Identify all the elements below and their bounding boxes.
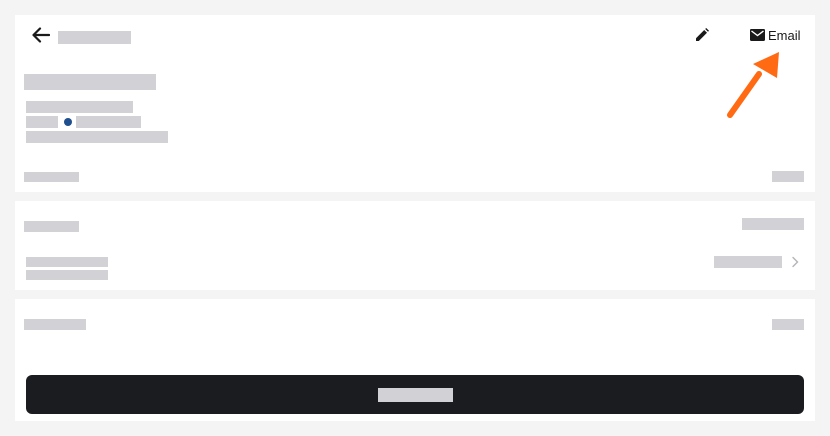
info-row[interactable] [15, 251, 815, 287]
email-button[interactable]: Email [750, 24, 801, 46]
detail-line-1-placeholder [26, 101, 133, 113]
info-row-line-2-placeholder [26, 270, 108, 280]
email-button-label: Email [768, 27, 801, 43]
status-dot [64, 118, 72, 126]
info-row-line-1-placeholder [26, 257, 108, 267]
info-card [15, 201, 815, 290]
back-button[interactable] [29, 25, 53, 45]
totals-label-placeholder [24, 319, 86, 330]
totals-value-placeholder [772, 319, 804, 330]
info-row-value-placeholder [714, 256, 782, 268]
detail-line-2a-placeholder [26, 116, 58, 128]
info-label-placeholder [24, 221, 79, 232]
pencil-icon [696, 28, 709, 41]
details-card: Email [15, 15, 815, 192]
edit-button[interactable] [692, 25, 712, 45]
chevron-right-icon [792, 256, 799, 268]
detail-line-3-placeholder [26, 131, 168, 143]
primary-action-button[interactable] [26, 375, 804, 414]
header-title-placeholder [58, 31, 131, 44]
primary-action-label-placeholder [378, 388, 453, 402]
arrow-left-icon [32, 27, 50, 43]
envelope-icon [750, 29, 765, 41]
detail-line-2b-placeholder [76, 116, 141, 128]
summary-label-placeholder [24, 172, 79, 182]
record-title-placeholder [24, 74, 156, 90]
annotation-arrow-icon [727, 52, 779, 118]
summary-value-placeholder [772, 171, 804, 182]
info-value-placeholder [742, 218, 804, 230]
